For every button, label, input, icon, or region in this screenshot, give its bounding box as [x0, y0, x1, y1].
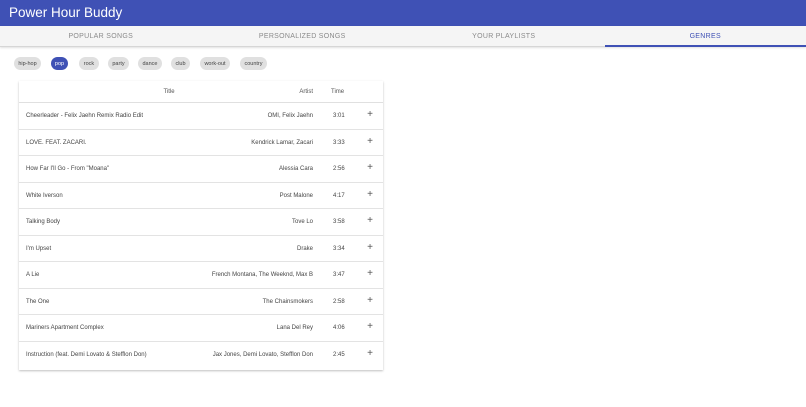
plus-icon[interactable]: + [365, 322, 375, 332]
song-title: Instruction (feat. Demi Lovato & Stefflo… [26, 351, 147, 358]
song-title: The One [26, 298, 50, 305]
header-title: Title [163, 89, 175, 95]
genre-chip-dance[interactable]: dance [138, 57, 162, 70]
genre-chip-club[interactable]: club [171, 57, 190, 70]
plus-icon[interactable]: + [365, 216, 375, 226]
song-artist: Tove Lo [291, 219, 313, 225]
song-title: I'm Upset [26, 245, 52, 252]
song-artist: Jax Jones, Demi Lovato, Stefflon Don [212, 351, 313, 358]
plus-icon[interactable]: + [365, 295, 375, 306]
tab-indicator [604, 45, 806, 47]
genre-chip-country[interactable]: country [240, 57, 267, 70]
table-row: LOVE. FEAT. ZACARI. Kendrick Lamar, Zaca… [19, 130, 383, 156]
tab-genres[interactable]: GENRES [605, 26, 806, 47]
genre-chip-rock[interactable]: rock [79, 57, 99, 70]
song-title: White Iverson [26, 192, 63, 199]
song-time: 2:56 [333, 166, 345, 172]
song-time: 2:58 [333, 298, 345, 305]
plus-icon[interactable]: + [365, 269, 375, 279]
table-row: How Far I'll Go - From "Moana" Alessia C… [19, 156, 383, 183]
table-header: Title Artist Time [19, 81, 383, 103]
song-artist: Kendrick Lamar, Zacari [251, 139, 313, 146]
table-row: The One The Chainsmokers 2:58 + [19, 289, 383, 315]
table-row: I'm Upset Drake 3:34 + [19, 236, 383, 262]
song-artist: Lana Del Rey [276, 325, 313, 331]
table-row: Instruction (feat. Demi Lovato & Stefflo… [19, 342, 383, 369]
table-row: White Iverson Post Malone 4:17 + [19, 183, 383, 209]
song-artist: Alessia Cara [278, 166, 313, 172]
tab-personalized-songs[interactable]: PERSONALIZED SONGS [202, 26, 404, 47]
app-bar: Power Hour Buddy [0, 0, 806, 26]
song-artist: Post Malone [279, 192, 313, 199]
song-title: How Far I'll Go - From "Moana" [26, 166, 110, 172]
song-time: 3:34 [333, 245, 345, 252]
genre-chip-pop[interactable]: pop [51, 57, 68, 70]
plus-icon[interactable]: + [365, 110, 375, 120]
song-time: 4:06 [333, 325, 345, 331]
table-row: Mariners Apartment Complex Lana Del Rey … [19, 315, 383, 342]
header-artist: Artist [299, 89, 313, 95]
table-row: A Lie French Montana, The Weeknd, Max B … [19, 262, 383, 289]
tab-your-playlists[interactable]: YOUR PLAYLISTS [403, 26, 605, 47]
song-time: 3:01 [333, 113, 345, 119]
song-artist: French Montana, The Weeknd, Max B [211, 272, 313, 278]
app-title: Power Hour Buddy [9, 5, 123, 20]
song-time: 3:33 [333, 139, 345, 146]
song-artist: The Chainsmokers [262, 298, 313, 305]
song-time: 2:45 [333, 351, 345, 358]
song-time: 3:47 [333, 272, 345, 278]
song-title: A Lie [26, 272, 40, 278]
song-artist: OMI, Felix Jaehn [267, 113, 313, 119]
song-time: 4:17 [333, 192, 345, 199]
songs-table: Title Artist Time Cheerleader - Felix Ja… [19, 81, 383, 370]
tab-bar: POPULAR SONGS PERSONALIZED SONGS YOUR PL… [0, 26, 806, 47]
genre-chip-hip-hop[interactable]: hip-hop [14, 57, 41, 70]
song-time: 3:58 [333, 219, 345, 225]
plus-icon[interactable]: + [365, 242, 375, 253]
table-row: Cheerleader - Felix Jaehn Remix Radio Ed… [19, 103, 383, 130]
plus-icon[interactable]: + [365, 189, 375, 200]
plus-icon[interactable]: + [365, 348, 375, 359]
song-artist: Drake [296, 245, 313, 252]
genre-chip-work-out[interactable]: work-out [200, 57, 230, 70]
song-title: Cheerleader - Felix Jaehn Remix Radio Ed… [26, 113, 144, 119]
genre-chip-party[interactable]: party [108, 57, 129, 70]
plus-icon[interactable]: + [365, 136, 375, 147]
song-title: Mariners Apartment Complex [26, 325, 104, 331]
plus-icon[interactable]: + [365, 163, 375, 173]
header-time: Time [331, 89, 345, 95]
song-title: LOVE. FEAT. ZACARI. [26, 139, 87, 146]
song-title: Talking Body [26, 219, 61, 225]
tab-popular-songs[interactable]: POPULAR SONGS [0, 26, 202, 47]
table-row: Talking Body Tove Lo 3:58 + [19, 209, 383, 236]
